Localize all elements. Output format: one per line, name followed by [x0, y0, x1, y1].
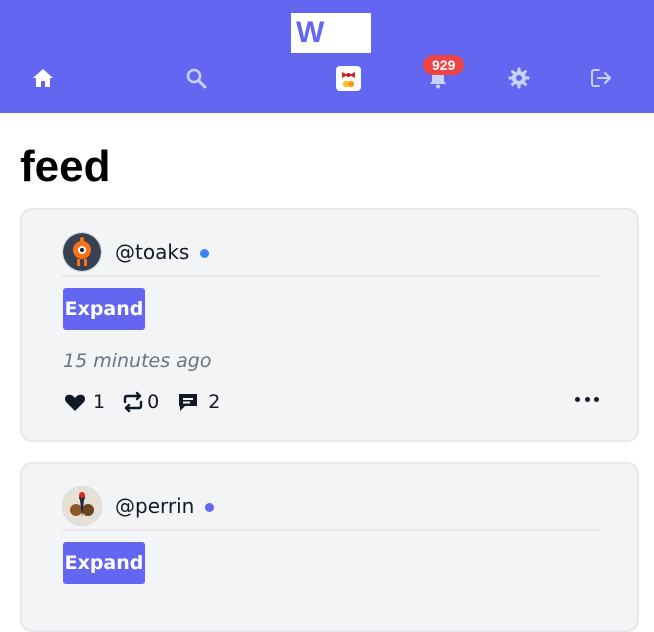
expand-button[interactable]: Expand	[63, 288, 145, 330]
like-button[interactable]: 1	[63, 390, 105, 414]
user-avatar-icon[interactable]	[336, 66, 361, 91]
gear-icon[interactable]	[505, 64, 533, 92]
expand-button[interactable]: Expand	[63, 542, 145, 584]
comment-count: 2	[208, 391, 221, 413]
page-title: feed	[20, 142, 111, 191]
like-count: 1	[93, 391, 106, 413]
post-actions: 1 0 2	[63, 390, 220, 414]
divider	[62, 529, 600, 531]
repost-button[interactable]: 0	[121, 390, 159, 414]
user-avatar[interactable]	[62, 232, 102, 272]
more-options-icon[interactable]	[575, 393, 599, 405]
notification-count-badge: 929	[423, 55, 465, 75]
home-icon[interactable]	[29, 64, 57, 92]
user-handle[interactable]: @toaks	[115, 240, 189, 264]
user-handle[interactable]: @perrin	[115, 494, 194, 518]
repost-count: 0	[147, 391, 160, 413]
top-navigation-bar: W 929	[0, 0, 654, 113]
post-author[interactable]: @toaks	[62, 232, 210, 272]
online-status-dot	[205, 503, 215, 512]
divider	[62, 275, 600, 277]
online-status-dot	[200, 249, 210, 258]
user-avatar[interactable]	[62, 486, 102, 526]
repost-icon	[123, 391, 143, 413]
logo-text: W	[296, 16, 325, 49]
post-card: @toaks Expand 15 minutes ago 1 0 2	[20, 208, 639, 442]
post-timestamp[interactable]: 15 minutes ago	[63, 350, 212, 372]
post-author[interactable]: @perrin	[62, 486, 215, 526]
heart-icon	[64, 394, 86, 411]
comment-button[interactable]: 2	[176, 390, 220, 414]
search-icon[interactable]	[182, 64, 210, 92]
logout-icon[interactable]	[587, 64, 615, 92]
comment-icon	[179, 394, 198, 411]
app-logo[interactable]: W	[291, 13, 371, 53]
